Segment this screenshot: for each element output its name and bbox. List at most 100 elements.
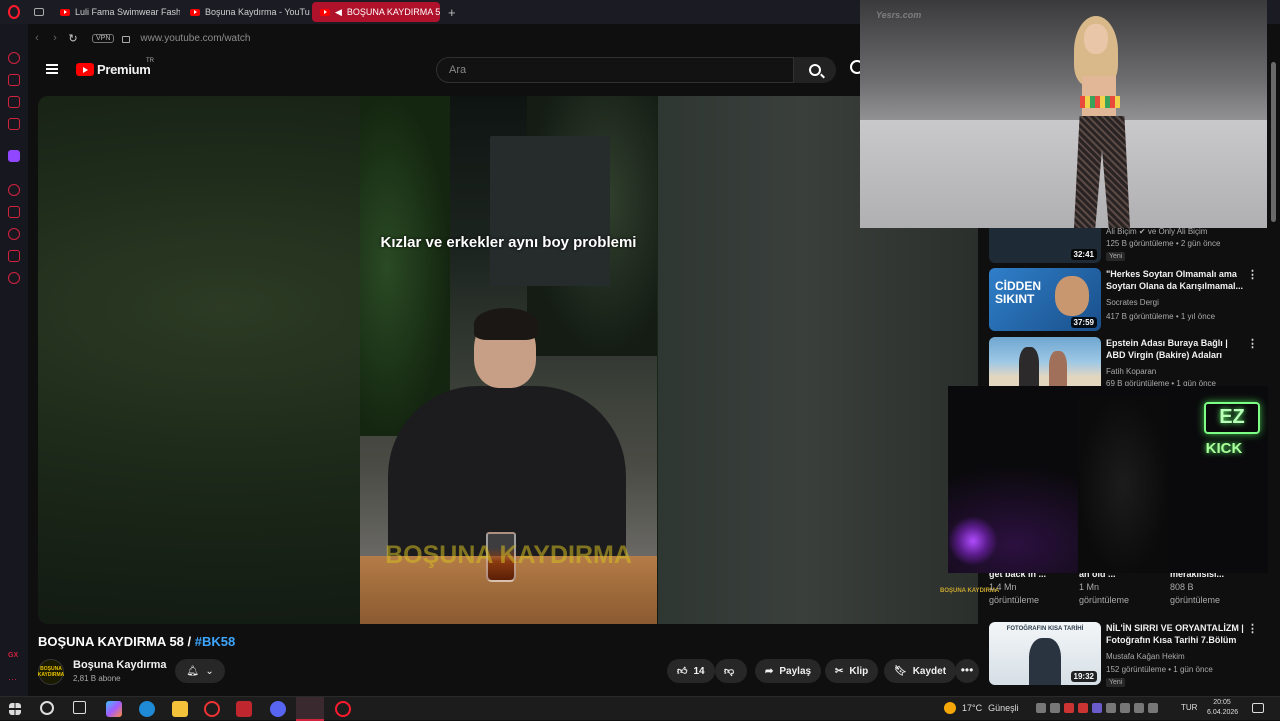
rec-thumbnail[interactable]: FOTOĞRAFIN KISA TARİHİ 19:32 xyxy=(989,622,1101,685)
channel-name[interactable]: Boşuna Kaydırma xyxy=(73,659,167,671)
system-tray[interactable] xyxy=(1036,703,1158,713)
task-view-icon[interactable] xyxy=(73,701,86,714)
rec-channel[interactable]: Ali Biçim ✔ ve Only Ali Biçim xyxy=(1106,227,1207,236)
dislike-button[interactable]: 👎︎ xyxy=(715,659,747,683)
tray-icon[interactable] xyxy=(1050,703,1060,713)
rec-title[interactable]: "Herkes Soytarı Olmamalı ama Soytarı Ola… xyxy=(1106,268,1246,292)
rec-title[interactable]: Epstein Adası Buraya Bağlı | ABD Virgin … xyxy=(1106,337,1246,361)
search-input[interactable]: Ara xyxy=(436,57,794,83)
windows-start-icon[interactable] xyxy=(9,703,21,715)
copilot-icon[interactable] xyxy=(106,701,122,717)
tray-icon[interactable] xyxy=(1078,703,1088,713)
rec-channel[interactable]: Socrates Dergi xyxy=(1106,298,1159,307)
rec-title[interactable]: NİL'İN SIRRI VE ORYANTALİZM | Fotoğrafın… xyxy=(1106,622,1246,646)
speaker-icon[interactable]: ◀ xyxy=(335,7,342,18)
new-tab-button[interactable]: + xyxy=(442,5,462,20)
settings-icon[interactable] xyxy=(8,272,20,284)
bookmark-save-icon: 🔖︎ xyxy=(894,665,907,677)
pip-video-stream[interactable]: EZ KICK xyxy=(948,386,1280,573)
player-icon[interactable] xyxy=(8,184,20,196)
clip-button[interactable]: ✂ Klip xyxy=(825,659,879,683)
mail-icon[interactable] xyxy=(8,118,20,130)
messenger-icon[interactable] xyxy=(8,74,20,86)
tab-label: Boşuna Kaydırma - YouTu xyxy=(205,7,310,17)
rec-meta: 417 B görüntüleme • 1 yıl önce xyxy=(1106,312,1216,321)
more-vert-icon[interactable]: ⋮ xyxy=(1247,268,1258,281)
rec-item[interactable]: FOTOĞRAFIN KISA TARİHİ 19:32 NİL'İN SIRR… xyxy=(989,622,1259,687)
pip-video-runway[interactable]: Yesrs.com xyxy=(860,0,1267,228)
channel-avatar[interactable]: BOŞUNA KAYDIRMA xyxy=(38,659,64,685)
tray-icon[interactable] xyxy=(1092,703,1102,713)
discord-icon[interactable] xyxy=(270,701,286,717)
opera-logo-icon[interactable] xyxy=(0,0,28,24)
app-icon[interactable] xyxy=(204,701,220,717)
aria-icon[interactable] xyxy=(8,52,20,64)
rec-item[interactable]: CİDDEN SIKINT 37:59 "Herkes Soytarı Olma… xyxy=(989,268,1259,331)
thumbs-up-icon: 👍︎ xyxy=(677,666,688,677)
save-button[interactable]: 🔖︎ Kaydet xyxy=(884,659,957,683)
gx-icon[interactable]: GX xyxy=(8,652,20,664)
vpn-badge[interactable]: VPN xyxy=(92,33,115,43)
more-vert-icon[interactable]: ⋮ xyxy=(1247,337,1258,350)
tab-label: BOŞUNA KAYDIRMA 5 xyxy=(346,7,440,17)
rec-item[interactable]: 32:41 Ali Biçim ✔ ve Only Ali Biçim 125 … xyxy=(989,200,1259,263)
hashtag-link[interactable]: #BK58 xyxy=(195,634,235,649)
opera-taskbar-icon[interactable] xyxy=(335,701,351,717)
rec-channel[interactable]: Mustafa Kağan Hekim xyxy=(1106,652,1185,661)
more-vert-icon[interactable]: ⋮ xyxy=(1247,622,1258,635)
history-icon[interactable] xyxy=(8,228,20,240)
clock[interactable]: 20:05 6.04.2026 xyxy=(1207,698,1238,718)
rec-channel[interactable]: Fatih Koparan xyxy=(1106,367,1156,376)
scrollbar-thumb[interactable] xyxy=(1271,62,1276,222)
share-button[interactable]: ➦ Paylaş xyxy=(755,659,822,683)
voice-search-button[interactable] xyxy=(850,60,860,78)
file-explorer-icon[interactable] xyxy=(172,701,188,717)
tray-icon[interactable] xyxy=(1036,703,1046,713)
notification-icon[interactable] xyxy=(1252,703,1264,713)
like-button[interactable]: 👍︎ 14 xyxy=(667,659,715,683)
whatsapp-icon[interactable] xyxy=(8,96,20,108)
voicemod-icon[interactable] xyxy=(236,701,252,717)
short-item[interactable]: get back in ... 1,4 Mn görüntüleme xyxy=(989,568,1046,607)
wifi-icon[interactable] xyxy=(1120,703,1130,713)
tray-icon[interactable] xyxy=(1064,703,1074,713)
model-face xyxy=(1084,24,1108,54)
edge-icon[interactable] xyxy=(139,701,155,717)
lock-icon[interactable] xyxy=(122,35,131,43)
menu-icon[interactable] xyxy=(46,64,58,74)
reload-icon[interactable]: ↻ xyxy=(64,32,82,45)
video-frame[interactable]: Kızlar ve erkekler aynı boy problemi BOŞ… xyxy=(360,96,657,624)
network-icon[interactable] xyxy=(1134,703,1144,713)
twitch-icon[interactable] xyxy=(8,150,20,162)
extensions-icon[interactable] xyxy=(8,250,20,262)
tab-bosuna-kaydirma[interactable]: Boşuna Kaydırma - YouTu xyxy=(182,2,310,22)
tab-workspaces[interactable] xyxy=(28,2,50,22)
short-item[interactable]: an old ... 1 Mn görüntüleme xyxy=(1079,568,1129,607)
weather-widget[interactable]: 17°C Güneşli xyxy=(944,702,1019,714)
youtube-logo-icon xyxy=(76,63,94,76)
rec-item[interactable]: Epstein Adası Buraya Bağlı | ABD Virgin … xyxy=(989,337,1259,388)
short-item[interactable]: meraklısısı... 808 Bgörüntüleme xyxy=(1170,568,1224,607)
opera-gx-taskbar-icon[interactable] xyxy=(296,697,324,721)
search-button[interactable] xyxy=(794,57,836,83)
language-indicator[interactable]: TUR xyxy=(1181,703,1197,712)
back-icon[interactable]: ‹ xyxy=(28,32,46,44)
tab-active-video[interactable]: ◀ BOŞUNA KAYDIRMA 5 xyxy=(312,2,440,22)
pip-watermark: Yesrs.com xyxy=(876,10,922,20)
search-taskbar-icon[interactable] xyxy=(40,701,54,715)
rec-thumbnail[interactable] xyxy=(989,337,1101,387)
duration-badge: 37:59 xyxy=(1070,317,1097,328)
tab-luli-fama[interactable]: Luli Fama Swimwear Fashi xyxy=(52,2,180,22)
page-scrollbar[interactable] xyxy=(1268,52,1280,696)
forward-icon[interactable]: › xyxy=(46,32,64,44)
rec-thumbnail[interactable]: CİDDEN SIKINT 37:59 xyxy=(989,268,1101,331)
bookmark-icon[interactable] xyxy=(8,206,20,218)
youtube-logo[interactable]: Premium xyxy=(76,62,151,77)
more-actions-button[interactable]: ••• xyxy=(955,659,979,683)
building xyxy=(490,136,610,286)
sidebar-more-icon[interactable]: ··· xyxy=(8,674,20,686)
tray-icon[interactable] xyxy=(1106,703,1116,713)
volume-icon[interactable] xyxy=(1148,703,1158,713)
url-field[interactable]: www.youtube.com/watch xyxy=(140,33,250,44)
subscription-bell-button[interactable]: 🔔︎ ⌄ xyxy=(175,659,225,683)
